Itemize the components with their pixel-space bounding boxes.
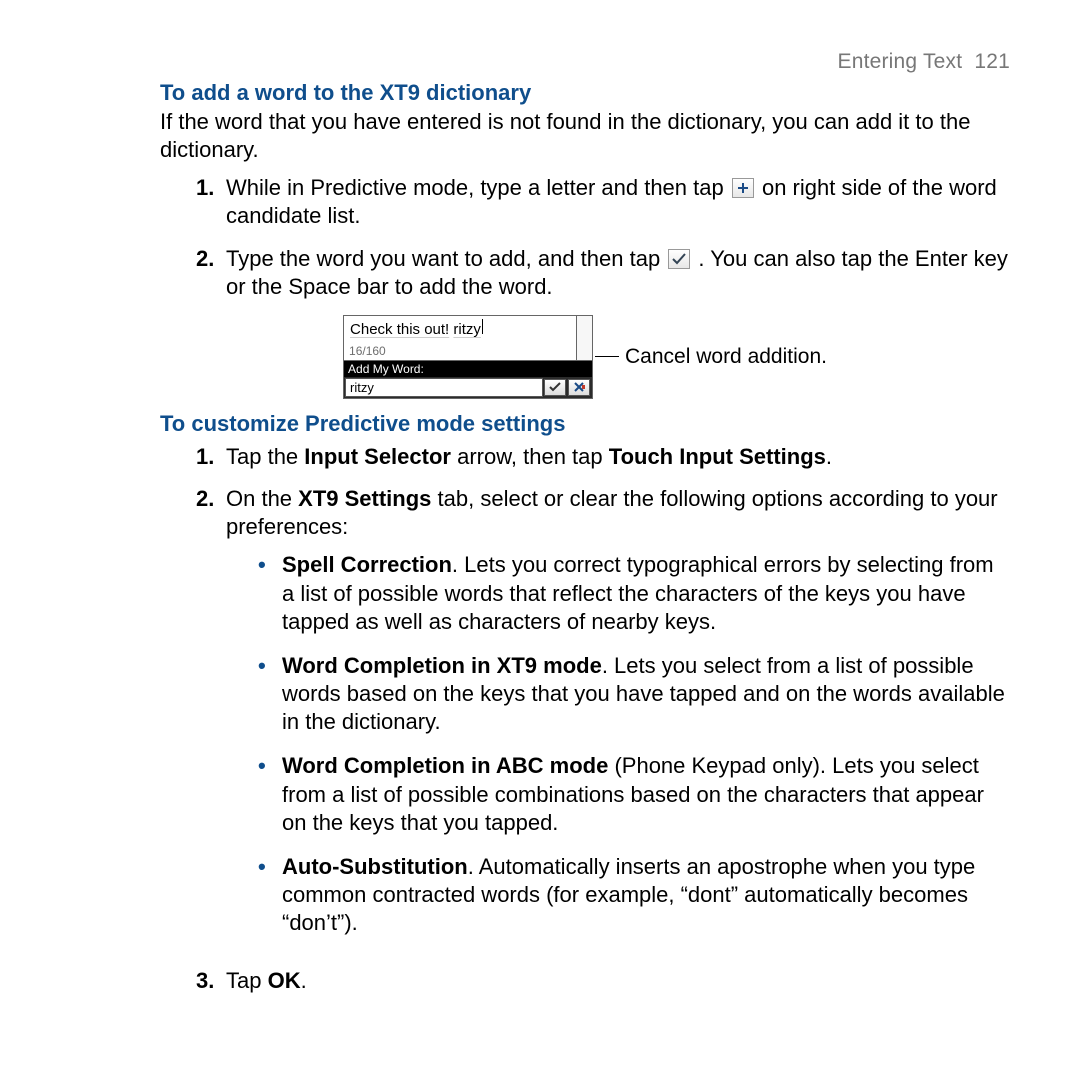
step-body: While in Predictive mode, type a letter … [226, 174, 1010, 230]
option-word-completion-xt9: • Word Completion in XT9 mode. Lets you … [258, 652, 1010, 736]
confirm-button [544, 379, 566, 396]
page-number: 121 [974, 50, 1010, 73]
running-header: Entering Text 121 [160, 50, 1010, 74]
t: . [301, 968, 307, 993]
bullet-icon: • [258, 652, 282, 736]
option-auto-substitution: • Auto-Substitution. Automatically inser… [258, 853, 1010, 937]
step-number: 1. [196, 443, 226, 471]
text: While in Predictive mode, type a letter … [226, 175, 730, 200]
section-name: Entering Text [837, 50, 962, 73]
t: Word Completion in XT9 mode [282, 653, 602, 678]
option-spell-correction: • Spell Correction. Lets you correct typ… [258, 551, 1010, 635]
bullet-icon: • [258, 551, 282, 635]
step-1: 1. Tap the Input Selector arrow, then ta… [196, 443, 1010, 471]
plus-icon [732, 178, 754, 198]
step-number: 2. [196, 245, 226, 301]
t: OK [268, 968, 301, 993]
t: On the [226, 486, 298, 511]
cancel-button [568, 379, 590, 396]
t: Spell Correction [282, 552, 452, 577]
t: arrow, then tap [457, 444, 603, 469]
t: XT9 Settings [298, 486, 431, 511]
step-body: On the XT9 Settings tab, select or clear… [226, 485, 1010, 953]
t: Tap the [226, 444, 304, 469]
add-word-header: Add My Word: [343, 361, 593, 377]
t: . [826, 444, 832, 469]
add-word-row: ritzy [343, 377, 593, 399]
text-cursor [482, 319, 483, 334]
option-word-completion-abc: • Word Completion in ABC mode (Phone Key… [258, 752, 1010, 836]
message-textarea: Check this out! ritzy 16/160 [343, 315, 593, 361]
options-list: • Spell Correction. Lets you correct typ… [258, 551, 1010, 937]
step-1: 1. While in Predictive mode, type a lett… [196, 174, 1010, 230]
callout-label: Cancel word addition. [625, 345, 827, 369]
step-2: 2. On the XT9 Settings tab, select or cl… [196, 485, 1010, 953]
t: Tap [226, 968, 268, 993]
message-new-word: ritzy [453, 321, 481, 338]
t: Input Selector [304, 444, 451, 469]
step-number: 1. [196, 174, 226, 230]
heading-add-word: To add a word to the XT9 dictionary [160, 80, 1010, 106]
figure-add-word: Check this out! ritzy 16/160 Add My Word… [160, 315, 1010, 399]
step-number: 3. [196, 967, 226, 995]
manual-page: Entering Text 121 To add a word to the X… [0, 0, 1080, 1049]
char-counter: 16/160 [349, 344, 386, 358]
message-text: Check this out! [350, 321, 449, 338]
t: Word Completion in ABC mode [282, 753, 608, 778]
bullet-icon: • [258, 853, 282, 937]
phone-mockup: Check this out! ritzy 16/160 Add My Word… [343, 315, 593, 399]
step-2: 2. Type the word you want to add, and th… [196, 245, 1010, 301]
add-word-steps: 1. While in Predictive mode, type a lett… [196, 174, 1010, 301]
callout: Cancel word addition. [595, 345, 827, 369]
step-body: Tap the Input Selector arrow, then tap T… [226, 443, 1010, 471]
text: Type the word you want to add, and then … [226, 246, 666, 271]
step-number: 2. [196, 485, 226, 953]
intro-paragraph: If the word that you have entered is not… [160, 108, 1010, 164]
step-body: Type the word you want to add, and then … [226, 245, 1010, 301]
heading-customize: To customize Predictive mode settings [160, 411, 1010, 437]
t: Touch Input Settings [609, 444, 826, 469]
check-icon [668, 249, 690, 269]
bullet-icon: • [258, 752, 282, 836]
step-body: Tap OK. [226, 967, 1010, 995]
add-word-field: ritzy [345, 378, 543, 397]
customize-steps: 1. Tap the Input Selector arrow, then ta… [196, 443, 1010, 996]
callout-line [595, 356, 619, 357]
t: Auto-Substitution [282, 854, 468, 879]
scrollbar [576, 316, 592, 360]
step-3: 3. Tap OK. [196, 967, 1010, 995]
